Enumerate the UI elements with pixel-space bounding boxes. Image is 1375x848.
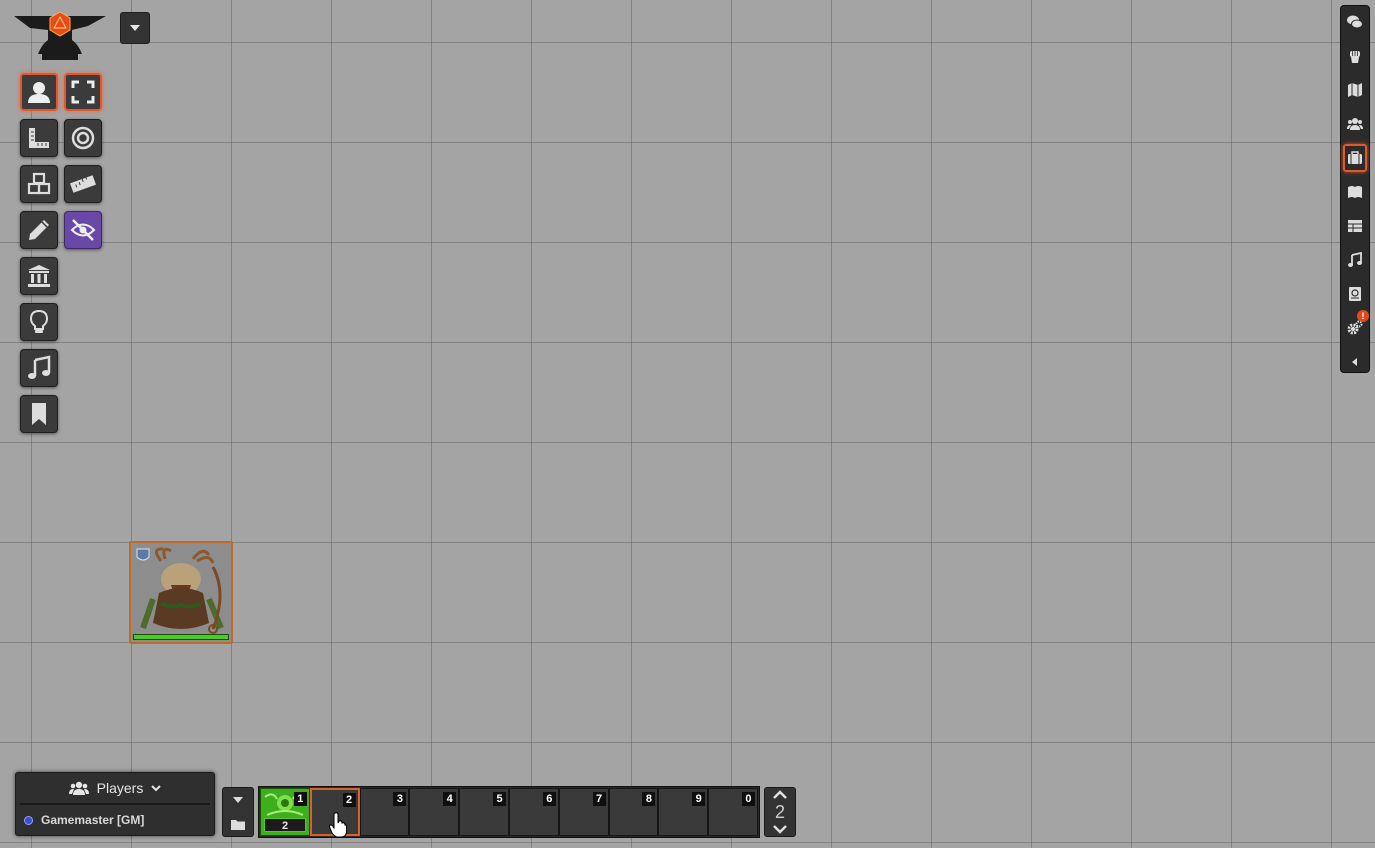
- slot-quantity: 2: [264, 818, 306, 832]
- chevron-down-icon: [151, 784, 162, 791]
- ruler-icon: [70, 175, 96, 193]
- creature-token[interactable]: [129, 541, 233, 644]
- caret-left-icon: [1352, 358, 1357, 366]
- slot-number: 9: [692, 792, 706, 806]
- music-icon: [1348, 252, 1362, 267]
- cogs-icon: [1347, 320, 1363, 335]
- bullseye-icon: [71, 126, 95, 150]
- eye-slash-icon: [70, 219, 96, 241]
- slot-number: 7: [592, 792, 606, 806]
- lighting-controls-button[interactable]: [20, 303, 58, 341]
- token-controls-button[interactable]: [20, 73, 58, 111]
- book-open-icon: [1348, 186, 1362, 198]
- users-icon: [1347, 118, 1363, 130]
- tab-playlists[interactable]: [1343, 246, 1367, 274]
- comments-icon: [1347, 15, 1363, 29]
- tab-journal[interactable]: [1343, 178, 1367, 206]
- macro-slot-0[interactable]: 0: [708, 788, 758, 836]
- player-color-dot: [24, 815, 33, 825]
- macro-controls: [222, 787, 254, 837]
- slot-number: 0: [741, 792, 755, 806]
- fist-icon: [1350, 51, 1360, 63]
- wall-controls-button[interactable]: [20, 257, 58, 295]
- page-down-button[interactable]: [773, 825, 787, 834]
- suitcase-icon: [1348, 151, 1362, 164]
- slot-number: 3: [393, 792, 407, 806]
- token-artwork: [131, 543, 231, 642]
- fullscreen-tool-button[interactable]: [64, 73, 102, 111]
- tile-controls-button[interactable]: [20, 165, 58, 203]
- lightbulb-icon: [29, 309, 49, 333]
- tab-compendium[interactable]: [1343, 280, 1367, 308]
- hand-cursor-icon: [329, 812, 347, 838]
- players-list[interactable]: Players Gamemaster [GM]: [15, 772, 215, 836]
- health-bar: [133, 634, 229, 640]
- table-icon: [1348, 220, 1362, 232]
- sidebar-collapse-button[interactable]: [1343, 348, 1367, 376]
- sidebar-tabs: !: [1340, 5, 1370, 373]
- macro-slot-6[interactable]: 6: [509, 788, 559, 836]
- caret-down-icon: [130, 25, 140, 31]
- hotbar-collapse-button[interactable]: [223, 788, 253, 812]
- drawing-controls-button[interactable]: [20, 211, 58, 249]
- slot-number: 1: [293, 792, 307, 806]
- scene-navigation-toggle[interactable]: [120, 12, 150, 44]
- map-icon: [1348, 83, 1362, 97]
- cubes-icon: [27, 172, 51, 195]
- slot-number: 2: [342, 793, 356, 807]
- pencil-icon: [29, 220, 49, 240]
- hotbar-page-number: 2: [774, 802, 785, 822]
- tab-items[interactable]: [1343, 144, 1367, 172]
- users-icon: [68, 781, 89, 795]
- tab-settings[interactable]: !: [1343, 310, 1369, 342]
- slot-number: 4: [443, 792, 457, 806]
- bookmark-icon: [32, 403, 46, 425]
- macro-directory-button[interactable]: [223, 812, 253, 836]
- measurement-controls-button[interactable]: [20, 119, 58, 157]
- expand-icon: [71, 80, 95, 104]
- macro-slot-5[interactable]: 5: [459, 788, 509, 836]
- player-name: Gamemaster [GM]: [41, 813, 145, 827]
- anvil-logo[interactable]: [12, 10, 108, 62]
- hotbar-page-control: 2: [764, 787, 796, 837]
- tab-chat[interactable]: [1343, 8, 1367, 36]
- atlas-icon: [1349, 287, 1361, 301]
- page-up-button[interactable]: [773, 790, 787, 799]
- sound-controls-button[interactable]: [20, 349, 58, 387]
- tab-scenes[interactable]: [1343, 76, 1367, 104]
- slot-number: 6: [542, 792, 556, 806]
- slot-number: 5: [493, 792, 506, 806]
- macro-slot-1[interactable]: 1 2: [260, 788, 310, 836]
- ruler-tool-button[interactable]: [64, 165, 102, 203]
- caret-down-icon: [233, 797, 243, 803]
- folder-icon: [231, 819, 245, 830]
- macro-slot-3[interactable]: 3: [359, 788, 410, 836]
- players-title: Players: [96, 780, 144, 796]
- macro-slot-4[interactable]: 4: [409, 788, 460, 836]
- landmark-icon: [28, 265, 50, 287]
- vision-toggle-button[interactable]: [64, 211, 102, 249]
- target-tool-button[interactable]: [64, 119, 102, 157]
- macro-slot-8[interactable]: 8: [608, 788, 659, 836]
- music-icon: [28, 355, 51, 379]
- user-icon: [28, 82, 50, 103]
- tab-combat[interactable]: [1343, 42, 1367, 70]
- macro-slot-7[interactable]: 7: [558, 788, 609, 836]
- tab-actors[interactable]: [1343, 110, 1367, 138]
- macro-slot-9[interactable]: 9: [658, 788, 709, 836]
- ruler-square-icon: [29, 128, 49, 148]
- tab-tables[interactable]: [1343, 212, 1367, 240]
- settings-notification-badge: !: [1357, 310, 1369, 322]
- notes-controls-button[interactable]: [20, 395, 58, 433]
- slot-number: 8: [642, 792, 656, 806]
- players-header[interactable]: Players: [20, 773, 210, 805]
- player-item: Gamemaster [GM]: [16, 805, 214, 835]
